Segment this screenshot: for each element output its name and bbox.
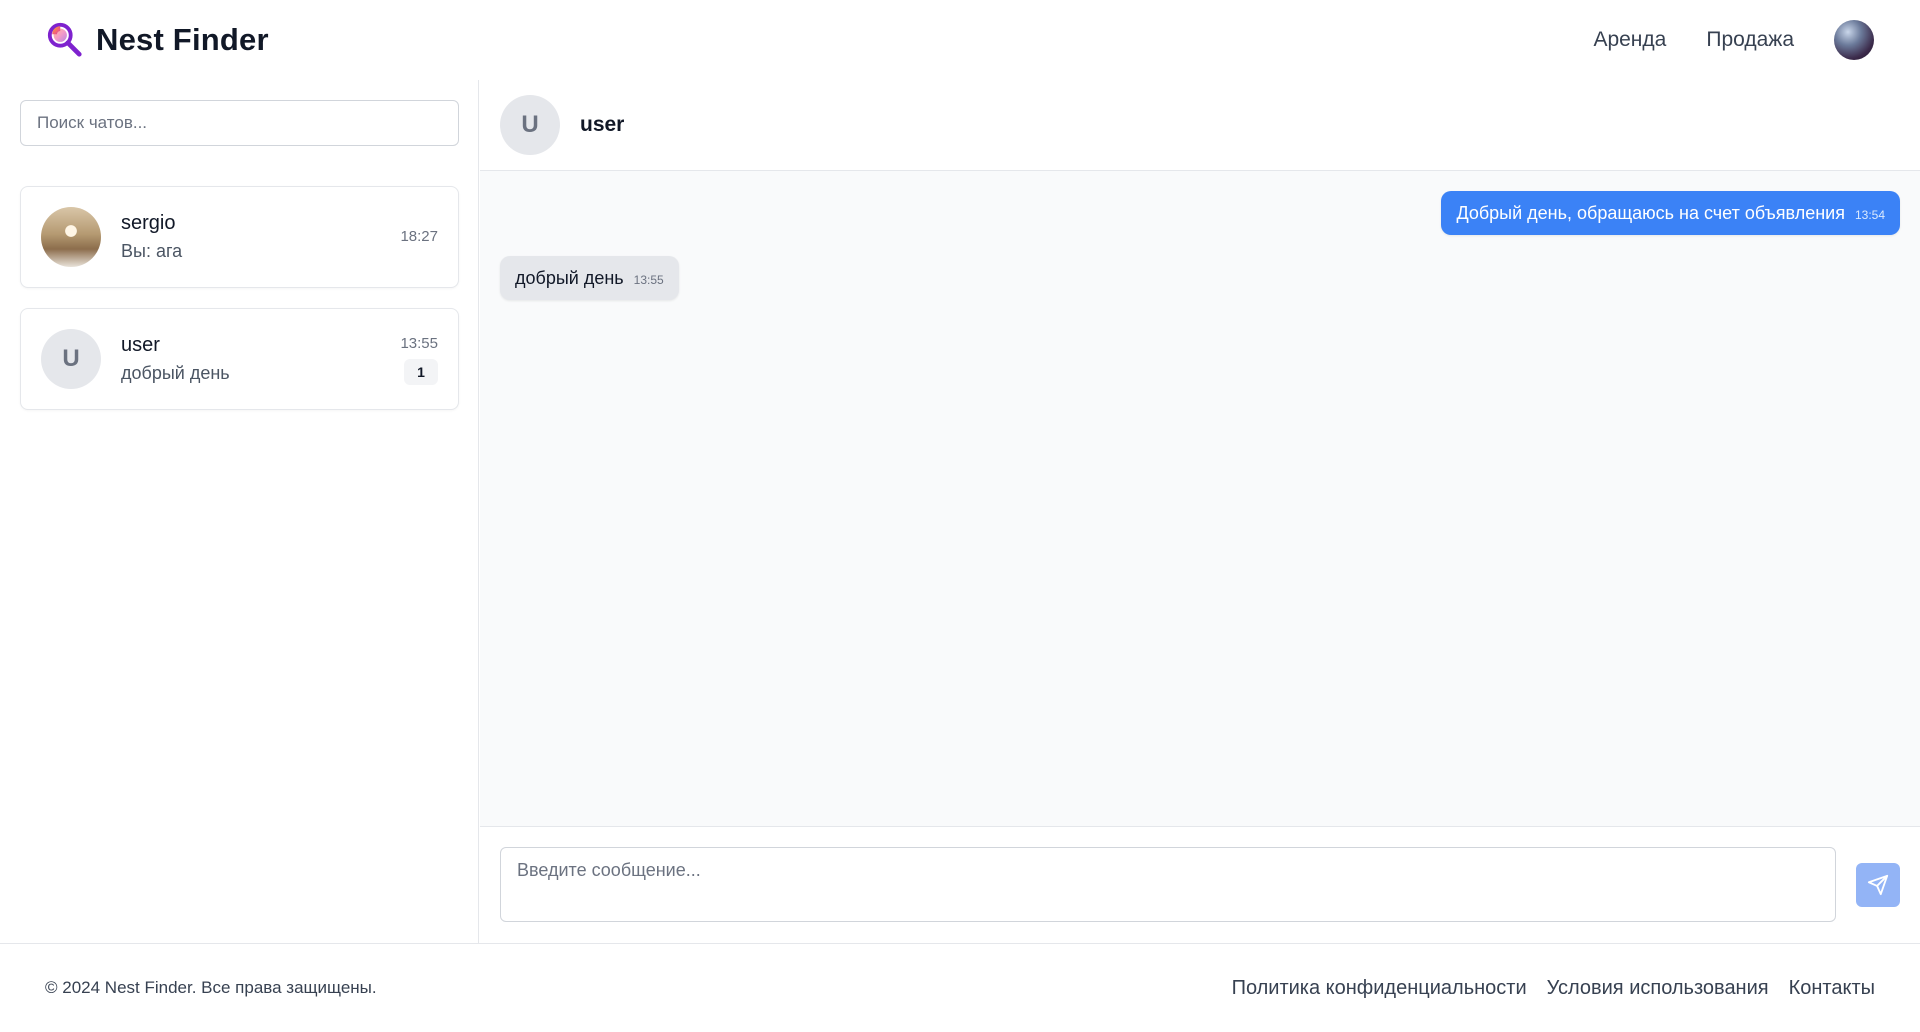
chat-list-item[interactable]: U user добрый день 13:55 1 bbox=[20, 308, 459, 410]
nav-rent-link[interactable]: Аренда bbox=[1593, 28, 1666, 52]
contacts-link[interactable]: Контакты bbox=[1789, 977, 1875, 1000]
search-logo-icon bbox=[47, 22, 82, 57]
message-text: Добрый день, обращаюсь на счет объявлени… bbox=[1456, 203, 1845, 223]
message-time: 13:54 bbox=[1854, 208, 1885, 222]
top-header: Nest Finder Аренда Продажа bbox=[0, 0, 1920, 80]
chat-sidebar: sergio Вы: ага 18:27 U user добрый день … bbox=[0, 80, 479, 943]
chat-last-message: добрый день bbox=[121, 363, 230, 383]
chat-item-text: sergio Вы: ага bbox=[121, 212, 438, 262]
chat-header-name: user bbox=[580, 113, 625, 136]
privacy-policy-link[interactable]: Политика конфиденциальности bbox=[1232, 977, 1527, 1000]
chat-avatar bbox=[41, 207, 101, 267]
chat-last-message: Вы: ага bbox=[121, 241, 183, 261]
chat-time: 13:55 bbox=[400, 335, 438, 352]
message-time: 13:55 bbox=[633, 273, 664, 287]
chat-name: user bbox=[121, 334, 160, 356]
message-text: добрый день bbox=[515, 268, 624, 288]
incoming-message: добрый день 13:55 bbox=[500, 256, 679, 300]
send-button[interactable] bbox=[1856, 863, 1900, 907]
send-icon bbox=[1867, 874, 1889, 896]
outgoing-message: Добрый день, обращаюсь на счет объявлени… bbox=[1441, 191, 1900, 235]
message-list: Добрый день, обращаюсь на счет объявлени… bbox=[480, 171, 1920, 826]
terms-of-use-link[interactable]: Условия использования bbox=[1547, 977, 1769, 1000]
nav-sale-link[interactable]: Продажа bbox=[1706, 28, 1794, 52]
chat-name: sergio bbox=[121, 212, 176, 234]
chat-time: 18:27 bbox=[400, 228, 438, 245]
chat-header: U user bbox=[480, 80, 1920, 171]
footer-links: Политика конфиденциальности Условия испо… bbox=[1232, 977, 1875, 1000]
chat-list: sergio Вы: ага 18:27 U user добрый день … bbox=[20, 186, 459, 410]
page-footer: © 2024 Nest Finder. Все права защищены. … bbox=[0, 943, 1920, 1032]
chat-search-input[interactable] bbox=[20, 100, 459, 146]
unread-badge: 1 bbox=[404, 359, 438, 385]
main-nav: Аренда Продажа bbox=[1593, 20, 1874, 60]
brand[interactable]: Nest Finder bbox=[46, 21, 269, 59]
chat-header-avatar: U bbox=[500, 95, 560, 155]
chat-list-item[interactable]: sergio Вы: ага 18:27 bbox=[20, 186, 459, 288]
chat-pane: U user Добрый день, обращаюсь на счет об… bbox=[480, 80, 1920, 943]
message-composer bbox=[480, 826, 1920, 943]
copyright: © 2024 Nest Finder. Все права защищены. bbox=[45, 978, 377, 997]
message-input[interactable] bbox=[500, 847, 1836, 922]
user-avatar[interactable] bbox=[1834, 20, 1874, 60]
chat-avatar: U bbox=[41, 329, 101, 389]
chat-item-text: user добрый день bbox=[121, 334, 438, 384]
brand-name: Nest Finder bbox=[96, 22, 269, 57]
